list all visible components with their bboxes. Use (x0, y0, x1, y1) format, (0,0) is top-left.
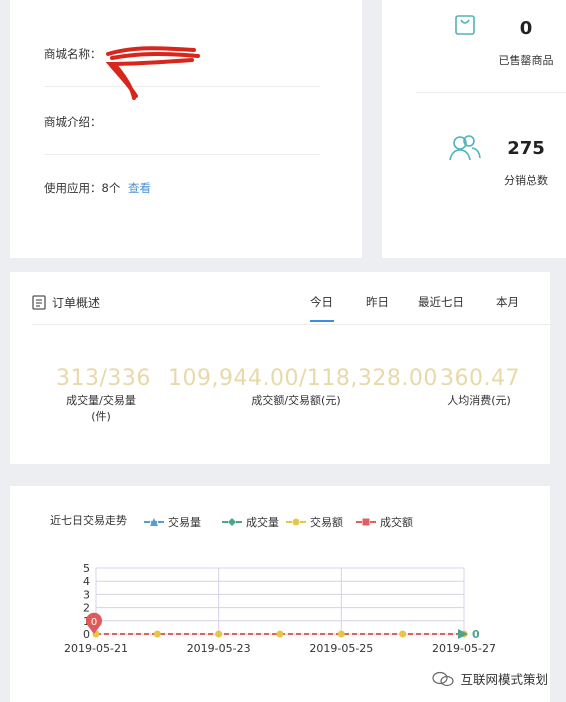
tab-today[interactable]: 今日 (310, 294, 333, 310)
order-overview-title: 订单概述 (52, 296, 101, 310)
wechat-icon (432, 671, 455, 686)
volume-metric-value: 313/336 (56, 366, 151, 391)
apps-row: 使用应用：8个 查看 (44, 180, 320, 196)
x-tick-label: 2019-05-23 (187, 642, 251, 655)
divider (32, 324, 550, 325)
shopping-bag-icon (455, 15, 475, 35)
data-point (215, 630, 223, 638)
data-point (399, 630, 407, 638)
redaction-scribble (105, 46, 200, 100)
apps-count: 8个 (101, 181, 121, 195)
shop-intro-row: 商城介绍： (44, 114, 320, 155)
sold-out-label: 已售罄商品 (498, 54, 554, 67)
data-label: 0 (472, 628, 480, 641)
y-tick-label: 0 (83, 628, 90, 641)
data-label: 0 (91, 617, 97, 628)
divider (416, 92, 566, 93)
tab-yesterday[interactable]: 昨日 (366, 294, 389, 310)
watermark-text: 互联网模式策划 (460, 672, 548, 687)
x-tick-label: 2019-05-21 (64, 642, 128, 655)
users-icon (449, 135, 481, 161)
amount-metric-label: 成交额/交易额(元) (251, 394, 341, 407)
data-point (276, 630, 284, 638)
shop-intro-label: 商城介绍： (44, 115, 102, 129)
tab-last-seven-days[interactable]: 最近七日 (418, 294, 464, 310)
stats-card: 0 已售罄商品 275 分销总数 (382, 0, 566, 258)
volume-metric-label-line1: 成交量/交易量 (66, 394, 136, 407)
order-overview-card: 订单概述 今日 昨日 最近七日 本月 313/336 成交量/交易量 (件) 1… (10, 272, 550, 464)
avg-spend-metric-label: 人均消费(元) (447, 394, 511, 407)
active-tab-indicator (310, 320, 334, 322)
view-apps-link[interactable]: 查看 (128, 181, 151, 195)
wechat-watermark: 互联网模式策划 (432, 669, 548, 688)
volume-metric-label: 成交量/交易量 (件) (50, 392, 152, 424)
y-tick-label: 5 (83, 562, 90, 575)
clipboard-icon (32, 295, 46, 310)
shop-info-card: 商城名称： 商城介绍： 使用应用：8个 查看 (10, 0, 362, 258)
x-tick-label: 2019-05-25 (309, 642, 373, 655)
data-point (153, 630, 161, 638)
tab-this-month[interactable]: 本月 (496, 294, 519, 310)
x-tick-label: 2019-05-27 (432, 642, 496, 655)
data-point (337, 630, 345, 638)
distributor-label: 分销总数 (504, 174, 548, 187)
volume-metric-label-line2: (件) (91, 410, 111, 423)
apps-label: 使用应用： (44, 181, 102, 195)
amount-metric-value: 109,944.00/118,328.00 (168, 366, 438, 391)
sold-out-count: 0 (519, 18, 533, 39)
shop-name-label: 商城名称： (44, 47, 102, 61)
y-tick-label: 2 (83, 602, 90, 615)
y-tick-label: 3 (83, 588, 90, 601)
divider (44, 154, 320, 155)
y-tick-label: 4 (83, 575, 90, 588)
distributor-count: 275 (507, 138, 545, 159)
data-point (458, 629, 468, 639)
avg-spend-metric-value: 360.47 (440, 366, 520, 391)
